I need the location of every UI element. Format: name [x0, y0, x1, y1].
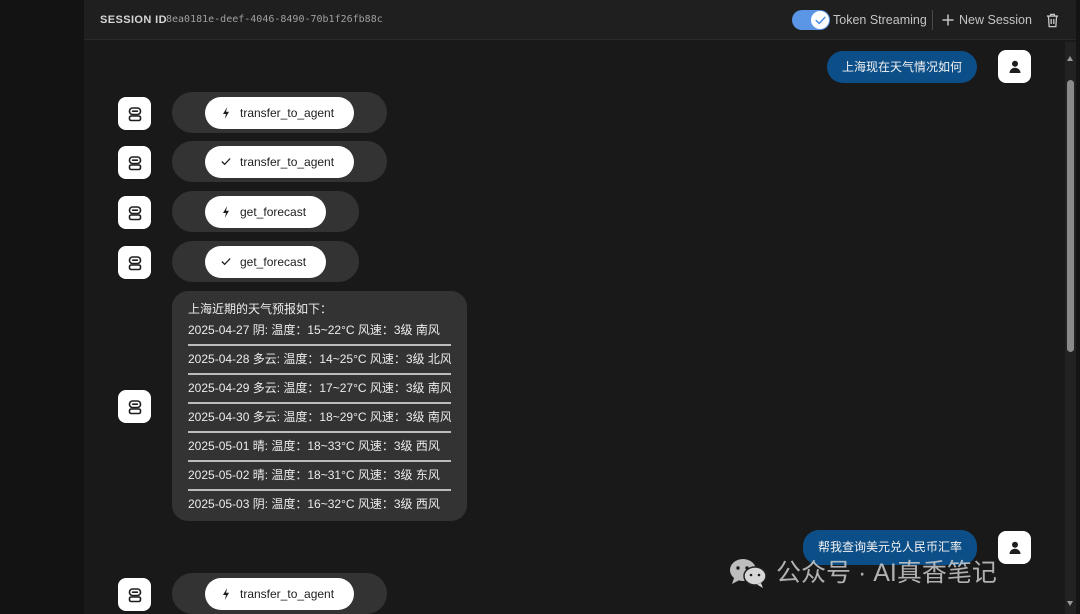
forecast-line: 2025-05-03 阴: 温度：16~32°C 风速：3级 西风: [188, 497, 440, 511]
forecast-line: 2025-05-02 晴: 温度：18~31°C 风速：3级 东风: [188, 468, 440, 482]
new-session-button[interactable]: New Session: [941, 8, 1032, 32]
robot-icon: [128, 255, 141, 270]
tool-call-chip[interactable]: transfer_to_agent: [205, 145, 355, 178]
forecast-divider: [188, 459, 451, 462]
robot-icon: [128, 155, 141, 170]
forecast-divider: [188, 430, 451, 433]
forecast-line: 2025-05-01 晴: 温度：18~33°C 风速：3级 西风: [188, 439, 440, 453]
robot-icon: [128, 399, 141, 414]
forecast-divider: [188, 372, 451, 375]
plus-icon: [941, 13, 955, 27]
lightning-icon: [221, 205, 231, 219]
forecast-line: 2025-04-27 阴: 温度：15~22°C 风速：3级 南风: [188, 323, 440, 337]
tool-name: get_forecast: [240, 254, 307, 269]
new-session-label: New Session: [959, 13, 1032, 27]
agent-avatar: [118, 390, 151, 423]
check-icon: [221, 155, 231, 169]
user-message-bubble: 上海现在天气情况如何: [826, 51, 977, 83]
tool-call-chip[interactable]: get_forecast: [205, 195, 327, 228]
tool-name: transfer_to_agent: [240, 154, 335, 169]
session-id-value: 8ea0181e-deef-4046-8490-70b1f26fb88c: [166, 14, 383, 25]
forecast-divider: [188, 488, 451, 491]
token-streaming-toggle[interactable]: [792, 10, 830, 30]
delete-session-button[interactable]: [1044, 11, 1060, 29]
app-header: SESSION ID 8ea0181e-deef-4046-8490-70b1f…: [84, 0, 1076, 40]
tool-name: get_forecast: [240, 204, 307, 219]
tool-call-bubble: get_forecast: [172, 191, 360, 232]
user-avatar: [998, 531, 1031, 564]
agent-avatar: [118, 246, 151, 279]
robot-icon: [128, 106, 141, 121]
lightning-icon: [221, 106, 231, 120]
person-icon: [1009, 541, 1020, 554]
agent-message-bubble: 上海近期的天气预报如下： 2025-04-27 阴: 温度：15~22°C 风速…: [172, 291, 467, 521]
tool-call-chip[interactable]: get_forecast: [205, 245, 327, 278]
agent-avatar: [118, 146, 151, 179]
forecast-intro: 上海近期的天气预报如下：: [188, 302, 333, 316]
forecast-line: 2025-04-30 多云: 温度：18~29°C 风速：3级 南风: [188, 410, 451, 424]
scroll-down-arrow-icon[interactable]: [1067, 601, 1073, 606]
tool-call-chip[interactable]: transfer_to_agent: [205, 96, 355, 129]
chat-scrollbar[interactable]: [1065, 42, 1076, 614]
left-margin: [0, 0, 84, 614]
tool-call-bubble: get_forecast: [172, 241, 360, 282]
agent-avatar: [118, 97, 151, 130]
robot-icon: [128, 205, 141, 220]
wechat-icon: [730, 559, 767, 588]
scrollbar-thumb[interactable]: [1067, 80, 1074, 352]
tool-call-bubble: transfer_to_agent: [172, 92, 388, 133]
check-icon: [814, 16, 826, 24]
scroll-up-arrow-icon[interactable]: [1067, 56, 1073, 61]
header-divider: [932, 10, 933, 30]
token-streaming-label[interactable]: Token Streaming: [833, 13, 927, 27]
check-icon: [221, 255, 231, 269]
tool-call-chip[interactable]: transfer_to_agent: [205, 577, 355, 610]
session-id-label: SESSION ID: [100, 14, 167, 26]
tool-call-bubble: transfer_to_agent: [172, 573, 388, 614]
trash-icon: [1046, 13, 1058, 27]
lightning-icon: [221, 587, 231, 601]
tool-call-bubble: transfer_to_agent: [172, 141, 388, 182]
user-avatar: [998, 50, 1031, 83]
robot-icon: [128, 587, 141, 602]
agent-avatar: [118, 196, 151, 229]
tool-name: transfer_to_agent: [240, 586, 335, 601]
chat-panel: 上海现在天气情况如何 transfer_to_agent transfer_to…: [84, 40, 1076, 614]
person-icon: [1009, 60, 1020, 73]
forecast-line: 2025-04-29 多云: 温度：17~27°C 风速：3级 南风: [188, 381, 451, 395]
forecast-divider: [188, 343, 451, 346]
user-message-bubble: 帮我查询美元兑人民币汇率: [802, 530, 977, 565]
forecast-divider: [188, 401, 451, 404]
forecast-line: 2025-04-28 多云: 温度：14~25°C 风速：3级 北风: [188, 352, 451, 366]
toggle-knob: [811, 11, 829, 29]
tool-name: transfer_to_agent: [240, 105, 335, 120]
agent-avatar: [118, 578, 151, 611]
